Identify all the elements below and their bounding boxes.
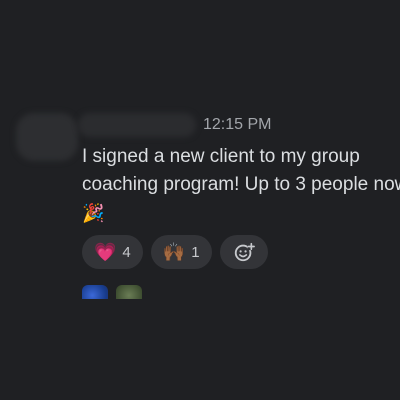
reaction-count: 4 [122, 243, 131, 261]
sender-name[interactable] [78, 113, 196, 137]
message-view: 12:15 PM I signed a new client to my gro… [0, 0, 400, 400]
add-reaction-icon [234, 242, 255, 262]
message-line: coaching program! Up to 3 people now [82, 174, 400, 195]
reaction-heart[interactable]: 💗 4 [82, 235, 143, 269]
add-reaction-button[interactable] [219, 235, 268, 269]
reply-avatar [116, 285, 142, 299]
sender-avatar[interactable] [16, 113, 78, 161]
reaction-bar: 💗 4 🙌🏾 1 [82, 235, 268, 269]
message-line: I signed a new client to my group [82, 146, 360, 167]
message-body: I signed a new client to my group coachi… [82, 143, 400, 228]
message-timestamp[interactable]: 12:15 PM [203, 116, 271, 134]
reaction-raised-hands[interactable]: 🙌🏾 1 [150, 235, 212, 269]
party-popper-icon: 🎉 [82, 203, 105, 223]
reply-avatar [82, 285, 108, 299]
heart-icon: 💗 [94, 242, 117, 262]
thread-replies[interactable] [82, 285, 262, 299]
raised-hands-icon: 🙌🏾 [162, 242, 186, 262]
reaction-count: 1 [191, 243, 200, 261]
